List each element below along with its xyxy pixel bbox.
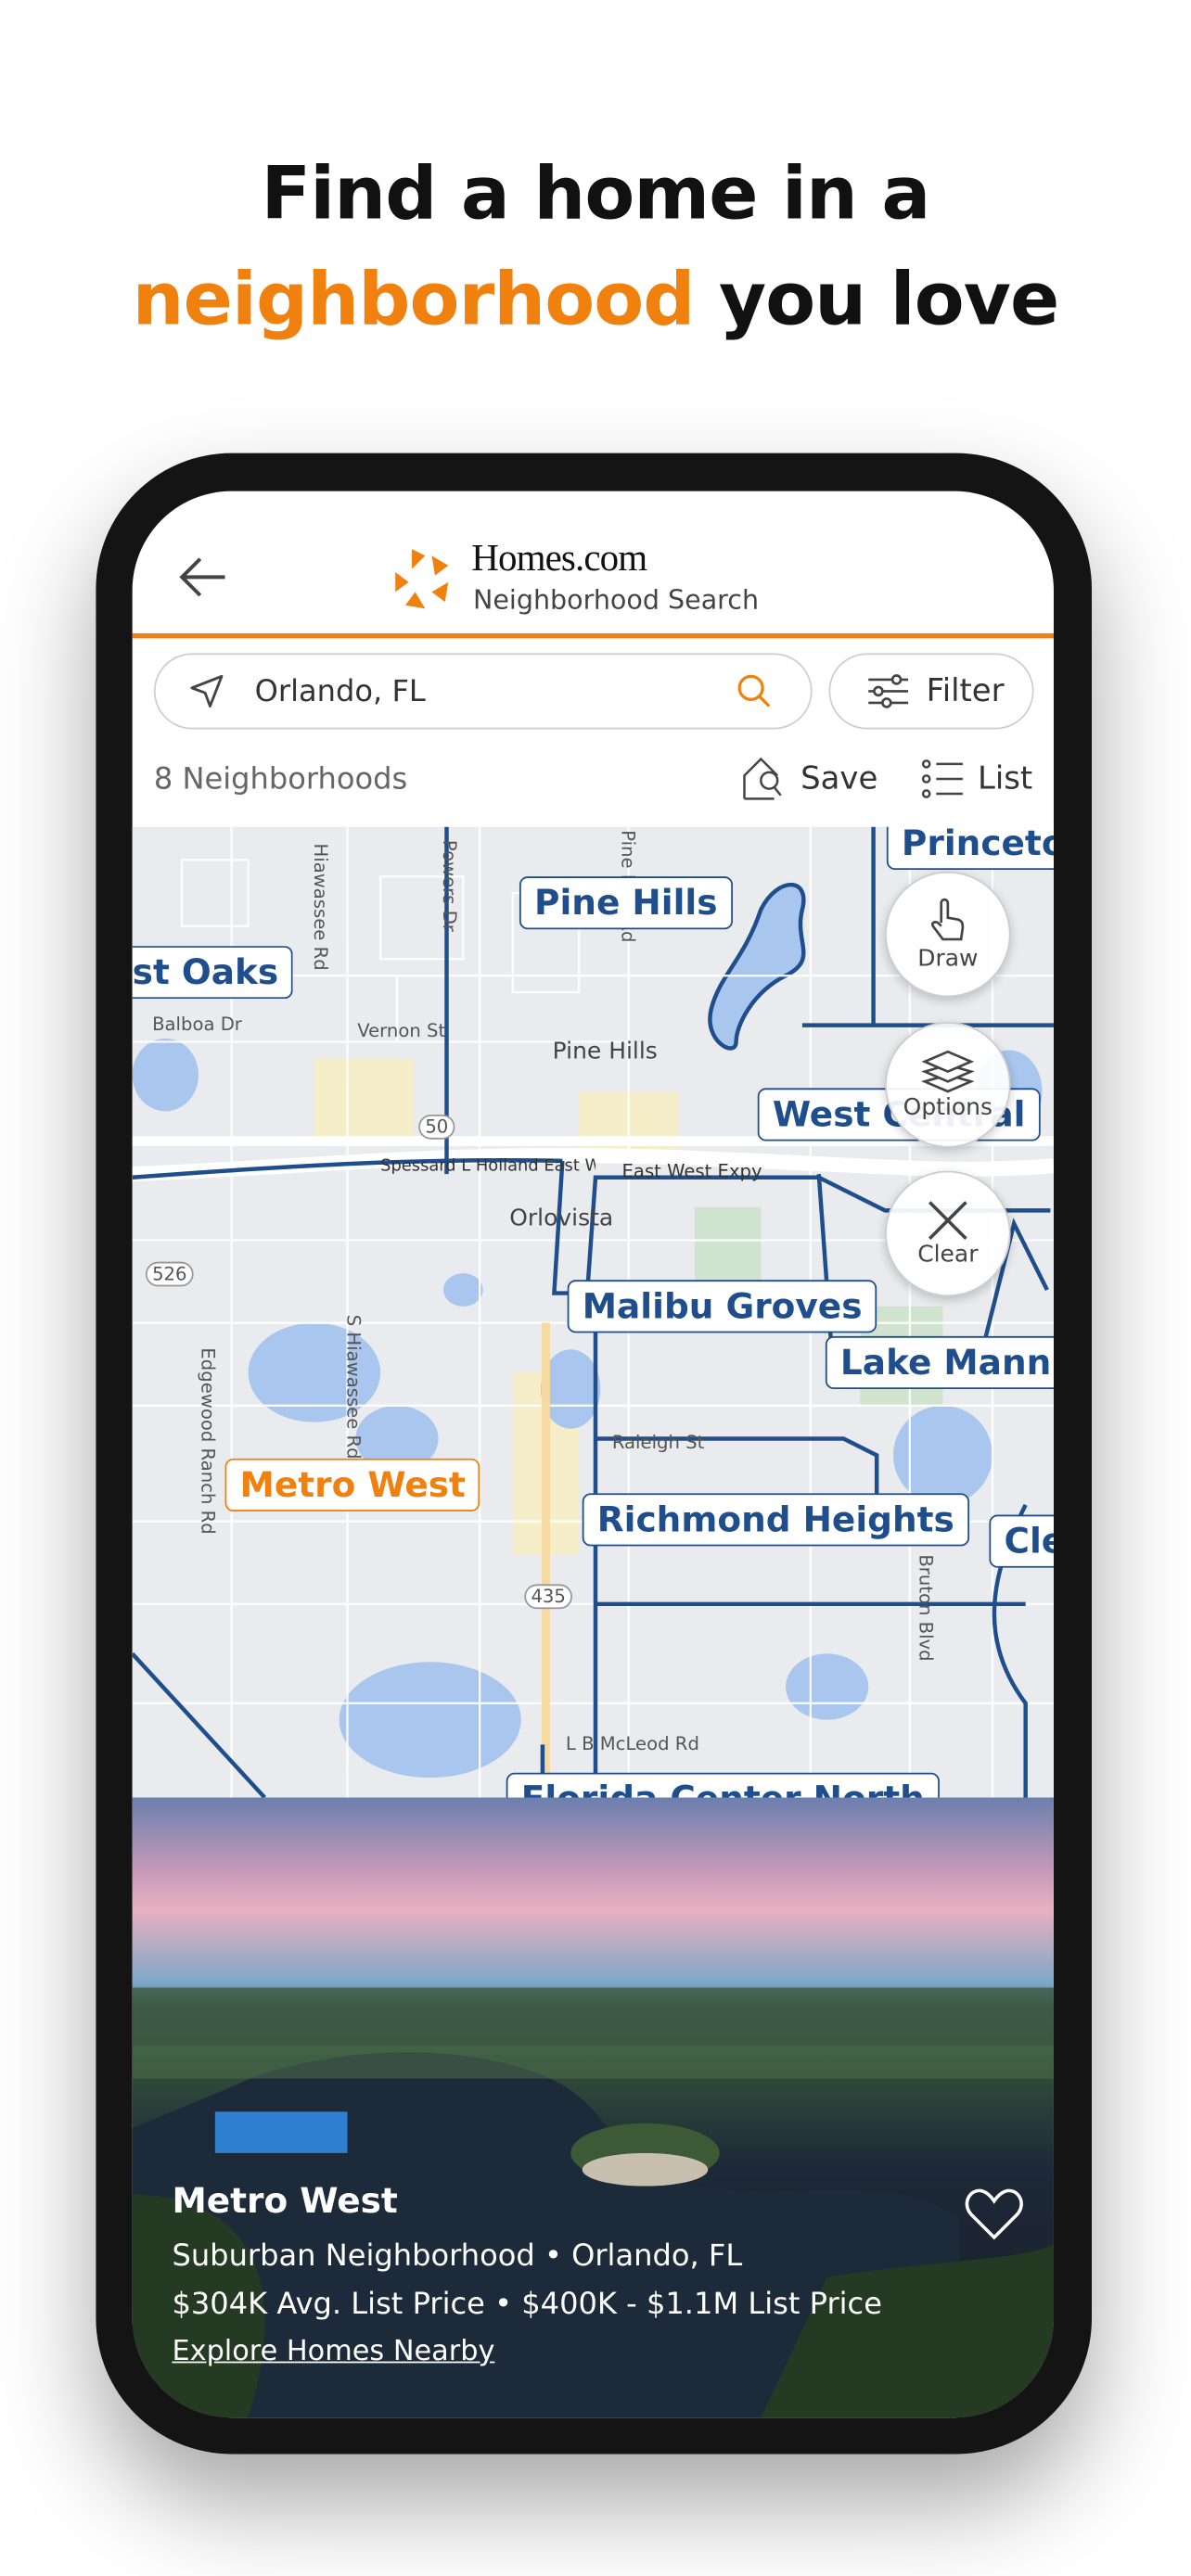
list-icon xyxy=(921,759,963,798)
headline-rest: you love xyxy=(694,258,1059,343)
list-label: List xyxy=(977,760,1033,797)
heart-icon xyxy=(965,2188,1023,2240)
options-button[interactable]: Options xyxy=(885,1022,1011,1148)
neighborhood-label-florida-center-north[interactable]: Florida Center North xyxy=(506,1772,940,1798)
options-label: Options xyxy=(903,1094,993,1122)
page-subtitle: Neighborhood Search xyxy=(473,583,760,616)
place-label: Pine Hills xyxy=(552,1038,658,1065)
headline-highlight: neighborhood xyxy=(132,258,696,343)
filter-label: Filter xyxy=(926,672,1005,710)
filter-button[interactable]: Filter xyxy=(828,653,1034,730)
list-view-button[interactable]: List xyxy=(921,759,1032,799)
road-label: East West Expy xyxy=(621,1160,762,1183)
neighborhood-label-pine-hills[interactable]: Pine Hills xyxy=(519,876,733,930)
location-arrow-icon xyxy=(190,674,224,708)
street-label: Hiawassee Rd xyxy=(309,843,331,971)
favorite-button[interactable] xyxy=(965,2187,1024,2247)
header-divider xyxy=(132,633,1054,639)
neighborhood-photo xyxy=(132,1987,1054,2418)
back-button[interactable] xyxy=(179,554,228,606)
arrow-left-icon xyxy=(179,557,225,597)
save-search-button[interactable]: Save xyxy=(741,756,877,802)
neighborhood-label-malibu-groves[interactable]: Malibu Groves xyxy=(567,1280,877,1333)
neighborhood-label-richmond-heights[interactable]: Richmond Heights xyxy=(582,1493,969,1547)
neighborhood-map[interactable]: Balboa Dr Vernon St Pine Hills Orlovista… xyxy=(132,826,1054,1798)
neighborhood-count: 8 Neighborhoods xyxy=(153,762,408,797)
save-label: Save xyxy=(800,760,878,797)
homes-logo-icon xyxy=(392,545,452,618)
street-label: S Hiawassee Rd xyxy=(342,1314,365,1460)
search-input[interactable]: Orlando, FL xyxy=(153,653,813,730)
draw-button[interactable]: Draw xyxy=(885,871,1011,998)
card-type-location: Suburban Neighborhood • Orlando, FL xyxy=(172,2238,743,2275)
card-prices: $304K Avg. List Price • $400K - $1.1M Li… xyxy=(172,2287,882,2322)
house-search-icon xyxy=(743,757,782,800)
layers-icon xyxy=(921,1050,975,1093)
clear-button[interactable]: Clear xyxy=(885,1170,1011,1297)
card-title: Metro West xyxy=(172,2181,398,2222)
brand-name: Homes.com xyxy=(471,537,647,580)
street-label: Vernon St xyxy=(357,1020,446,1042)
neighborhood-card[interactable]: Metro West Suburban Neighborhood • Orlan… xyxy=(132,1797,1054,2418)
clear-label: Clear xyxy=(917,1242,979,1269)
place-label: Orlovista xyxy=(509,1205,614,1232)
explore-homes-link[interactable]: Explore Homes Nearby xyxy=(172,2335,494,2368)
headline-line-1: Find a home in a xyxy=(261,152,931,237)
neighborhood-label-metro-west[interactable]: Metro West xyxy=(224,1458,481,1511)
close-icon xyxy=(928,1201,967,1240)
sliders-icon xyxy=(868,674,909,708)
neighborhood-label-cle[interactable]: Cle xyxy=(989,1514,1054,1568)
street-label: Edgewood Ranch Rd xyxy=(197,1347,219,1535)
street-label: Powers Dr xyxy=(438,839,460,932)
neighborhood-label-oaks[interactable]: st Oaks xyxy=(132,946,294,1000)
route-shield: 50 xyxy=(418,1114,455,1140)
search-value: Orlando, FL xyxy=(254,673,426,709)
route-shield: 435 xyxy=(524,1584,573,1610)
street-label: Balboa Dr xyxy=(152,1014,242,1036)
hand-pointer-icon xyxy=(931,898,965,941)
street-label: L B McLeod Rd xyxy=(565,1732,699,1755)
search-icon[interactable] xyxy=(735,671,775,711)
road-label: Spessard L Holland East West Expy xyxy=(380,1157,596,1176)
neighborhood-label-princeton[interactable]: Princeton xyxy=(886,826,1054,871)
draw-label: Draw xyxy=(917,946,979,973)
street-label: Raleigh St xyxy=(611,1432,705,1454)
headline-line-2: neighborhood you love xyxy=(0,258,1191,342)
app-screen: Homes.com Neighborhood Search Orlando, F… xyxy=(132,491,1054,2418)
neighborhood-label-lake-mann[interactable]: Lake Mann xyxy=(825,1335,1054,1389)
route-shield: 526 xyxy=(145,1261,194,1287)
street-label: Bruton Blvd xyxy=(915,1554,937,1662)
